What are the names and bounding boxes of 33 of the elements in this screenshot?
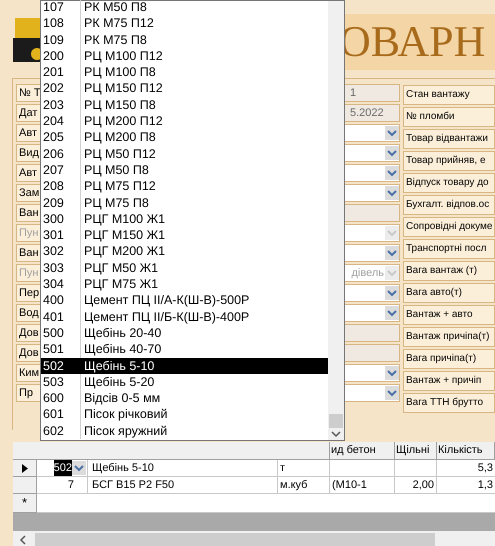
new-row-marker: * [13,494,37,513]
field-label: Вага авто(т) [403,283,495,303]
field-label: Стан вантажу [403,85,495,105]
field-label: Вага причіпа(т) [403,349,495,369]
scroll-down-icon[interactable] [331,430,342,438]
field-label: Бухгалт. відпов.ос [403,195,495,215]
row-pointer-icon [22,464,28,472]
scroll-left-icon[interactable] [19,535,27,545]
dropdown-item[interactable]: 107 РК М50 П8 [41,0,328,16]
vertical-scrollbar[interactable] [328,1,344,440]
field-label: Відпуск товару до [403,173,495,193]
field-label: Вага вантаж (т) [403,261,495,281]
field-label: Вантаж + авто [403,305,495,325]
field-label: Товар відвантажи [403,129,495,149]
scrollbar-thumb[interactable] [329,414,344,428]
field-label: Вага ТТН брутто [403,393,495,413]
horizontal-scrollbar[interactable] [13,531,495,546]
field-label: Вантаж причіпа(т) [403,327,495,347]
dropdown-item[interactable]: 201 РЦ М100 П8 [41,64,328,80]
dropdown-item[interactable]: 200 РЦ М100 П12 [41,48,328,64]
field-label: Транспортні посл [403,239,495,259]
dropdown-item[interactable]: 108 РК М75 П12 [41,15,328,32]
field-label: Товар прийняв, е [403,151,495,171]
field-label: Сопровідні докуме [403,217,495,237]
table-cell[interactable]: 502 [37,460,88,477]
field-label: Вантаж + причіп [403,371,495,391]
dropdown-item[interactable]: 602 Пісок яружний [41,422,328,440]
scrollbar-thumb[interactable] [35,533,435,546]
dropdown-item[interactable]: 502 Щебінь 5-10 [41,358,328,374]
field-label: № пломби [403,107,495,127]
dropdown-item[interactable]: 601 Пісок річковий [41,406,328,423]
row-selector[interactable] [13,460,37,477]
dropdown-item[interactable]: 109 РК М75 П8 [41,32,328,48]
